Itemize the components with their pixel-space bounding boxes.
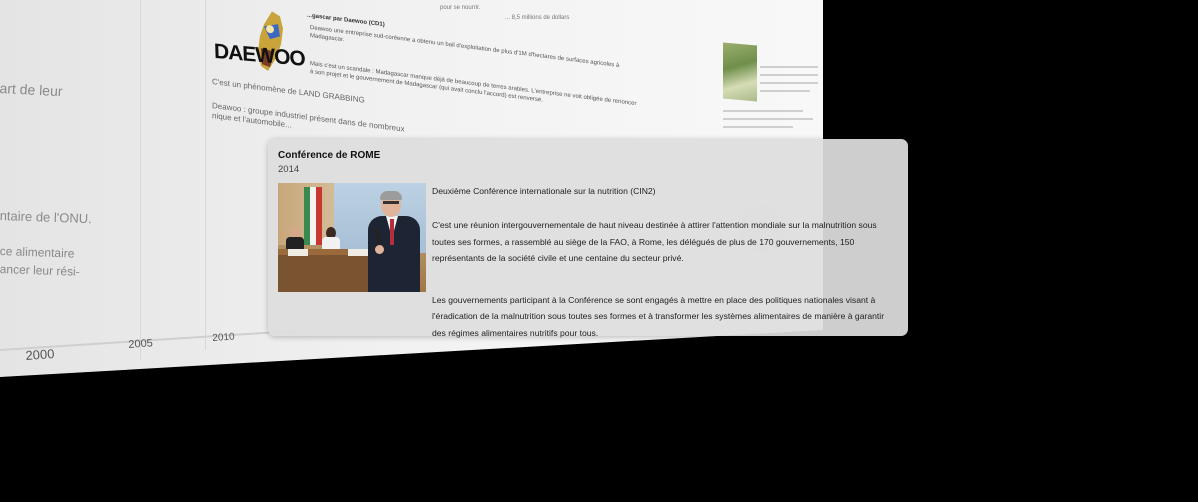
popup-title: Conférence de ROME (278, 150, 381, 161)
popup-body-top: Deuxième Conférence internationale sur l… (432, 183, 900, 267)
left-text: ce alimentaire (0, 244, 75, 261)
text-line (760, 82, 818, 84)
text-line (723, 118, 813, 120)
left-text: ancer leur rési- (0, 262, 80, 279)
left-text: ntaire de l'ONU. (0, 208, 93, 227)
axis-year-2010: 2010 (212, 331, 235, 344)
text-line (760, 66, 818, 68)
article-line: C'est un phénomène de LAND GRABBING (212, 77, 365, 105)
event-photo[interactable] (278, 183, 426, 292)
top-right-line: ... 8,5 millions de dollars (505, 15, 570, 21)
thumbnail-image[interactable] (723, 42, 757, 102)
daewoo-logo: DAEWOO (213, 39, 306, 71)
popup-year: 2014 (278, 164, 300, 175)
text-line (760, 90, 810, 92)
popup-paragraph-1: C'est une réunion intergouvernementale d… (432, 219, 877, 264)
axis-year-2000: 2000 (25, 345, 55, 363)
grid-line (205, 0, 206, 350)
event-popup[interactable]: Conférence de ROME 2014 Deuxième Confére… (268, 139, 908, 338)
grid-line (140, 0, 141, 360)
popup-body-bottom: Les gouvernements participant à la Confé… (278, 283, 900, 351)
popup-subtitle: Deuxième Conférence internationale sur l… (432, 186, 656, 196)
text-line (723, 126, 793, 128)
text-line (760, 74, 818, 76)
popup-paragraph-2: Les gouvernements participant à la Confé… (432, 294, 885, 339)
article-line: Deawoo une entreprise sud-coréenne a obt… (310, 25, 620, 70)
axis-year-2005: 2005 (128, 337, 154, 351)
left-text: art de leur (0, 80, 63, 100)
text-line (723, 110, 803, 112)
top-right-line: pour se nourrir. (440, 5, 481, 11)
